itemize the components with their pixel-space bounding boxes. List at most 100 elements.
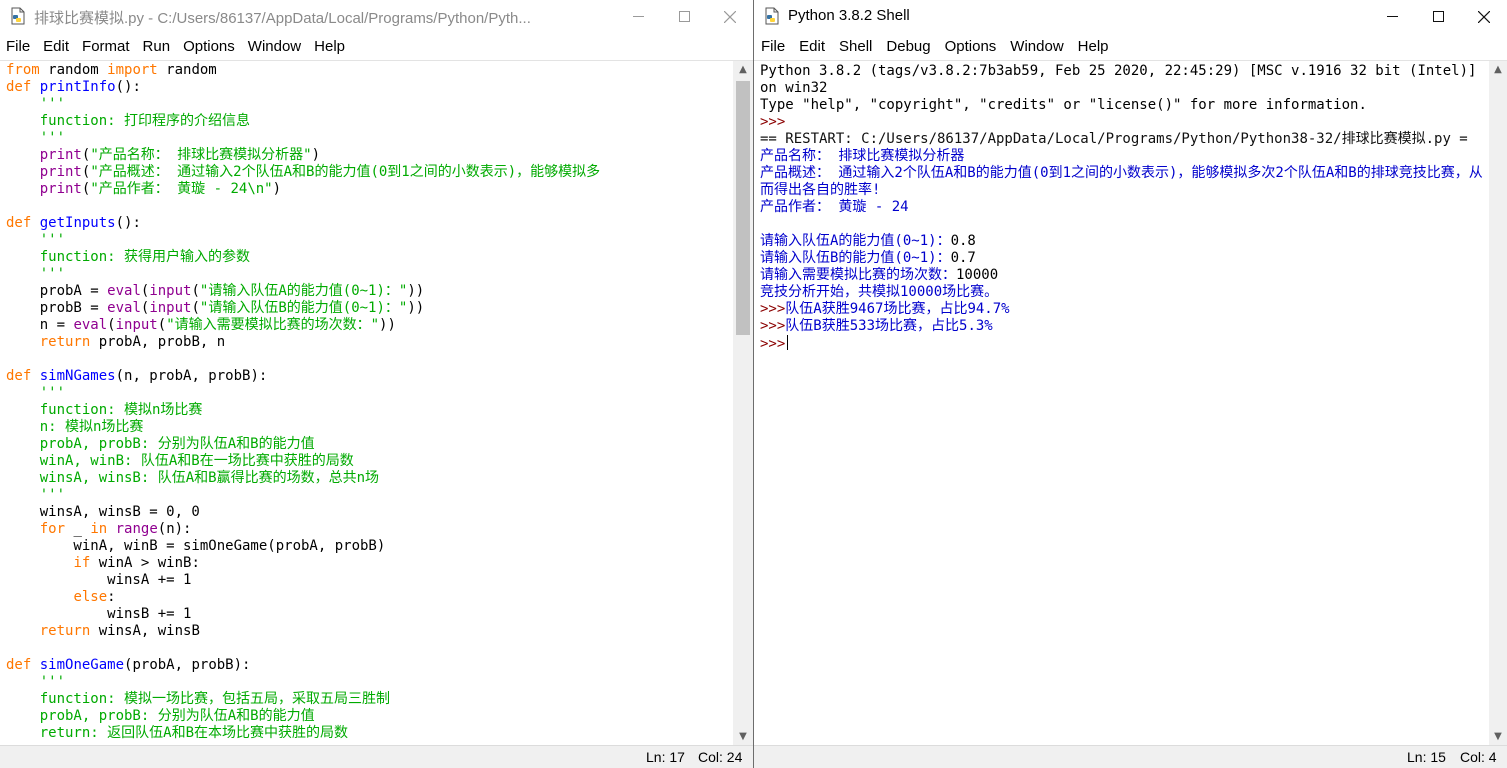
input-prompt-team-a: 请输入队伍A的能力值(0~1)： [760,233,951,249]
code-line: ''' [6,266,66,282]
shell-prompt: >>> [760,318,786,334]
shell-text-area[interactable]: Python 3.8.2 (tags/v3.8.2:7b3ab59, Feb 2… [754,61,1489,745]
input-value-games: 10000 [956,267,999,283]
code-line: ''' [6,232,66,248]
code-line: print("产品名称： 排球比赛模拟分析器") [39,147,321,163]
code-line: ''' [6,96,66,112]
scroll-down-arrow-icon[interactable]: ▼ [733,728,753,745]
editor-menu-bar: File Edit Format Run Options Window Help [0,33,753,60]
column-number-status: Col: 24 [698,749,743,765]
shell-title-bar[interactable]: Python 3.8.2 Shell [754,0,1507,33]
code-line: function: 获得用户输入的参数 [6,249,251,265]
code-line: def simOneGame(probA, probB): [6,657,251,673]
shell-menu-window[interactable]: Window [1010,38,1063,55]
editor-status-bar: Ln: 17 Col: 24 [0,745,753,768]
code-line: winsA += 1 [6,572,192,588]
code-line: ''' [6,487,66,503]
code-line: else: [73,589,116,605]
shell-vertical-scrollbar[interactable]: ▲ ▼ [1489,61,1507,745]
code-line: def simNGames(n, probA, probB): [6,368,268,384]
output-blank-line [760,216,1489,233]
shell-menu-debug[interactable]: Debug [886,38,930,55]
shell-menu-options[interactable]: Options [945,38,997,55]
python-shell-icon [765,7,779,25]
output-product-overview: 产品概述： 通过输入2个队伍A和B的能力值(0到1之间的小数表示)，能够模拟多次… [760,165,1483,198]
shell-maximize-button[interactable] [1415,0,1461,33]
output-analysis-start: 竞技分析开始，共模拟10000场比赛。 [760,284,999,300]
code-line: function: 打印程序的介绍信息 [6,113,251,129]
input-value-team-b: 0.7 [950,250,976,266]
shell-menu-edit[interactable]: Edit [799,38,825,55]
input-prompt-games: 请输入需要模拟比赛的场次数： [760,267,956,283]
output-product-author: 产品作者： 黄璇 - 24 [760,199,909,215]
code-line: ​ [6,198,733,215]
line-number-status: Ln: 17 [646,749,685,765]
code-line: probA, probB: 分别为队伍A和B的能力值 [6,708,315,724]
editor-window[interactable]: 排球比赛模拟.py - C:/Users/86137/AppData/Local… [0,0,753,768]
close-icon [724,10,736,23]
python-file-icon [11,7,25,25]
code-line: if winA > winB: [73,555,200,571]
input-prompt-team-b: 请输入队伍B的能力值(0~1)： [760,250,951,266]
editor-menu-run[interactable]: Run [143,38,171,55]
code-line: def getInputs(): [6,215,141,231]
editor-title-bar[interactable]: 排球比赛模拟.py - C:/Users/86137/AppData/Local… [0,0,753,33]
shell-menu-bar: File Edit Shell Debug Options Window Hel… [754,33,1507,60]
editor-scroll-thumb[interactable] [736,81,750,335]
maximize-icon [1432,11,1444,22]
shell-minimize-button[interactable] [1369,0,1415,33]
editor-menu-edit[interactable]: Edit [43,38,69,55]
code-line: for _ in range(n): [39,521,192,537]
scroll-up-arrow-icon[interactable]: ▲ [1489,61,1507,78]
editor-vertical-scrollbar[interactable]: ▲ ▼ [733,61,753,745]
scroll-up-arrow-icon[interactable]: ▲ [733,61,753,78]
text-cursor [787,335,789,350]
minimize-icon [1386,16,1398,17]
code-line: ​ [6,640,733,657]
code-line: winsA, winsB = 0, 0 [6,504,200,520]
code-line: print("产品概述： 通过输入2个队伍A和B的能力值(0到1之间的小数表示)… [39,164,601,180]
editor-text-area[interactable]: from random import random def printInfo()… [0,61,733,745]
scroll-down-arrow-icon[interactable]: ▼ [1489,728,1507,745]
editor-menu-help[interactable]: Help [314,38,345,55]
code-line: probB = eval(input("请输入队伍B的能力值(0~1)：")) [6,300,425,316]
code-line: n: 模拟n场比赛 [6,419,144,435]
code-line: from random import random [6,62,217,78]
editor-menu-options[interactable]: Options [183,38,235,55]
editor-close-button[interactable] [707,0,753,33]
shell-status-bar: Ln: 15 Col: 4 [754,745,1507,768]
input-value-team-a: 0.8 [950,233,976,249]
code-line: probA = eval(input("请输入队伍A的能力值(0~1)：")) [6,283,425,299]
shell-menu-shell[interactable]: Shell [839,38,872,55]
shell-output[interactable]: Python 3.8.2 (tags/v3.8.2:7b3ab59, Feb 2… [754,61,1489,353]
editor-menu-format[interactable]: Format [82,38,130,55]
code-line: n = eval(input("请输入需要模拟比赛的场次数：")) [6,317,396,333]
shell-menu-help[interactable]: Help [1078,38,1109,55]
code-line: winsB += 1 [6,606,192,622]
output-team-a-result: 队伍A获胜9467场比赛，占比94.7% [785,301,1010,317]
output-team-b-result: 队伍B获胜533场比赛，占比5.3% [785,318,993,334]
shell-active-prompt: >>> [760,336,786,352]
source-code[interactable]: from random import random def printInfo()… [0,61,733,742]
code-line: def printInfo(): [6,79,141,95]
code-line: ''' [6,385,66,401]
shell-restart-line: == RESTART: C:/Users/86137/AppData/Local… [760,131,1468,147]
minimize-icon [632,16,644,17]
code-line: ''' [6,130,66,146]
code-line: function: 模拟一场比赛，包括五局，采取五局三胜制 [6,691,391,707]
code-line: function: 模拟n场比赛 [6,402,203,418]
editor-maximize-button[interactable] [661,0,707,33]
output-product-name: 产品名称： 排球比赛模拟分析器 [760,148,965,164]
editor-minimize-button[interactable] [615,0,661,33]
shell-menu-file[interactable]: File [761,38,785,55]
editor-menu-file[interactable]: File [6,38,30,55]
code-line: winA, winB = simOneGame(probA, probB) [6,538,386,554]
code-line: return winsA, winsB [39,623,200,639]
line-number-status: Ln: 15 [1407,749,1446,765]
shell-window[interactable]: Python 3.8.2 Shell File Edit Shell Debug… [754,0,1507,768]
shell-close-button[interactable] [1461,0,1507,33]
code-line: ''' [6,674,66,690]
code-line: winsA, winsB: 队伍A和B赢得比赛的场数，总共n场 [6,470,380,486]
column-number-status: Col: 4 [1460,749,1497,765]
editor-menu-window[interactable]: Window [248,38,301,55]
